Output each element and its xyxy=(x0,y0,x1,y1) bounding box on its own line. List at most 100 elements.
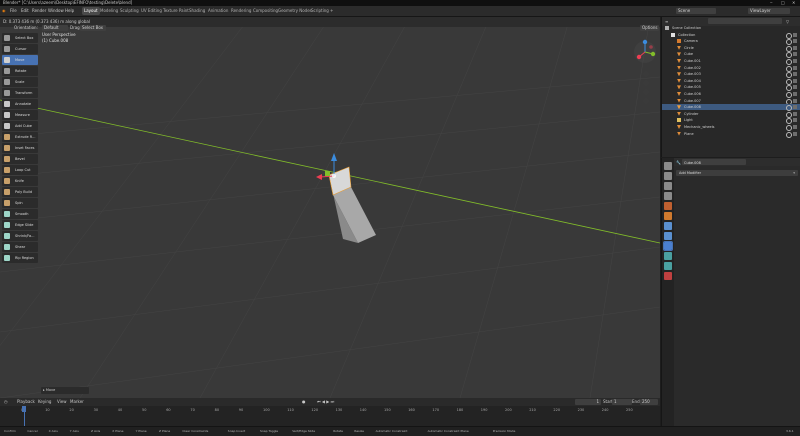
tool-button[interactable]: Move xyxy=(2,55,38,65)
tool-button[interactable]: Transform xyxy=(2,88,38,98)
properties-tab-icon[interactable] xyxy=(664,202,672,210)
menu-file[interactable]: File xyxy=(10,6,17,16)
blender-logo-icon[interactable]: ◉ xyxy=(2,6,6,16)
outliner-row[interactable]: Circle xyxy=(662,45,800,52)
zoom-icon[interactable] xyxy=(643,71,649,77)
tab-modeling[interactable]: Modeling xyxy=(98,7,120,15)
tool-button[interactable]: Smooth xyxy=(2,209,38,219)
tab-shading[interactable]: Shading xyxy=(187,7,207,15)
tool-button[interactable]: Cursor xyxy=(2,44,38,54)
timeline-menu-playback[interactable]: Playback xyxy=(17,398,35,406)
orientation-dropdown[interactable]: Default xyxy=(42,25,68,31)
properties-tab-icon[interactable] xyxy=(664,212,672,220)
camera-view-icon[interactable] xyxy=(643,89,649,95)
tool-button[interactable]: Shear xyxy=(2,242,38,252)
playback-controls[interactable]: ⏮ ◀ ▶ ⏭ xyxy=(317,398,334,406)
properties-tab-icon[interactable] xyxy=(664,162,672,170)
tab-scripting[interactable]: Scripting xyxy=(309,7,331,15)
current-frame-field[interactable]: 1 xyxy=(575,399,601,405)
tool-button[interactable]: Measure xyxy=(2,110,38,120)
render-camera-icon[interactable] xyxy=(793,105,797,110)
tool-button[interactable]: Edge Slide xyxy=(2,220,38,230)
timeline-menu-view[interactable]: View xyxy=(57,398,67,406)
outliner-row[interactable]: Plane xyxy=(662,131,800,138)
render-camera-icon[interactable] xyxy=(793,125,797,129)
render-camera-icon[interactable] xyxy=(793,32,797,37)
tool-button[interactable]: Inset Faces xyxy=(2,143,38,153)
properties-tab-icon[interactable] xyxy=(664,172,672,180)
properties-tab-icon[interactable] xyxy=(664,262,672,270)
properties-tab-icon[interactable] xyxy=(664,182,672,190)
render-camera-icon[interactable] xyxy=(793,98,797,103)
perspective-toggle-icon[interactable] xyxy=(643,98,649,104)
render-camera-icon[interactable] xyxy=(793,52,797,57)
menu-edit[interactable]: Edit xyxy=(21,6,29,16)
outliner-row[interactable]: Camera xyxy=(662,38,800,46)
outliner-row[interactable]: Mechanic_wheels xyxy=(662,124,800,131)
render-camera-icon[interactable] xyxy=(793,111,797,116)
render-camera-icon[interactable] xyxy=(793,92,797,96)
scene-selector[interactable]: Scene xyxy=(676,8,716,14)
tool-button[interactable]: Add Cube xyxy=(2,121,38,131)
end-frame-field[interactable]: 250 xyxy=(640,399,658,405)
drag-dropdown[interactable]: Select Box xyxy=(80,25,106,31)
view-layer-selector[interactable]: ViewLayer xyxy=(748,8,790,14)
outliner-row[interactable]: Cube.002 xyxy=(662,65,800,72)
tool-button[interactable]: Annotate xyxy=(2,99,38,109)
tool-button[interactable]: Rip Region xyxy=(2,253,38,263)
outliner-row[interactable]: Cube xyxy=(662,51,800,59)
navigation-gizmo[interactable] xyxy=(630,37,660,67)
tab-animation[interactable]: Animation xyxy=(206,7,230,15)
properties-tab-icon[interactable] xyxy=(664,192,672,200)
properties-tab-icon[interactable] xyxy=(663,241,673,251)
outliner-row[interactable]: Cube.001 xyxy=(662,58,800,65)
render-camera-icon[interactable] xyxy=(793,118,797,123)
outliner-row[interactable]: Cube.007 xyxy=(662,98,800,105)
render-camera-icon[interactable] xyxy=(793,72,797,77)
tab-sculpting[interactable]: Sculpting xyxy=(118,7,141,15)
tool-button[interactable]: Bevel xyxy=(2,154,38,164)
timeline-menu-marker[interactable]: Marker xyxy=(70,398,84,406)
outliner-search-input[interactable] xyxy=(708,18,782,24)
tool-button[interactable]: Scale xyxy=(2,77,38,87)
outliner-row[interactable]: Cube.004 xyxy=(662,78,800,85)
tool-button[interactable]: Extrude R... xyxy=(2,132,38,142)
timeline-ruler[interactable]: 0102030405060708090100110120130140150160… xyxy=(0,406,660,426)
render-camera-icon[interactable] xyxy=(793,131,797,136)
tool-button[interactable]: Rotate xyxy=(2,66,38,76)
visibility-eye-icon[interactable] xyxy=(786,131,792,138)
properties-tab-icon[interactable] xyxy=(664,232,672,240)
menu-render[interactable]: Render xyxy=(32,6,46,16)
render-camera-icon[interactable] xyxy=(793,85,797,90)
last-operator-panel[interactable]: ▸ Move xyxy=(41,387,89,394)
render-camera-icon[interactable] xyxy=(793,65,797,70)
outliner-row[interactable]: Collection xyxy=(662,32,800,39)
tab-rendering[interactable]: Rendering xyxy=(229,7,253,15)
render-camera-icon[interactable] xyxy=(793,39,797,44)
start-frame-field[interactable]: 1 xyxy=(612,399,632,405)
render-camera-icon[interactable] xyxy=(793,59,797,63)
outliner-row[interactable]: Cylinder xyxy=(662,111,800,118)
outliner-row[interactable]: Light xyxy=(662,117,800,125)
tool-button[interactable]: Loop Cut xyxy=(2,165,38,175)
options-dropdown[interactable]: Options xyxy=(640,25,660,31)
render-camera-icon[interactable] xyxy=(793,45,797,50)
timeline-editor-icon[interactable]: ◷ xyxy=(4,398,8,406)
properties-tab-icon[interactable] xyxy=(664,272,672,280)
outliner-row[interactable]: Scene Collection xyxy=(662,25,800,31)
tool-button[interactable]: Spin xyxy=(2,198,38,208)
menu-help[interactable]: Help xyxy=(65,6,74,16)
tool-button[interactable]: Poly Build xyxy=(2,187,38,197)
outliner-row[interactable]: Cube.008 xyxy=(662,104,800,112)
outliner-row[interactable]: Cube.003 xyxy=(662,71,800,79)
menu-window[interactable]: Window xyxy=(48,6,64,16)
tab-layout[interactable]: Layout xyxy=(82,7,100,15)
3d-viewport[interactable]: User Perspective (1) Cube.008 ▸ Move xyxy=(0,17,660,398)
add-workspace-icon[interactable]: + xyxy=(330,6,333,16)
pan-icon[interactable] xyxy=(643,80,649,86)
outliner-row[interactable]: Cube.006 xyxy=(662,91,800,98)
tool-button[interactable]: Select Box xyxy=(2,33,38,43)
add-modifier-dropdown[interactable]: Add Modifier ▾ xyxy=(676,170,798,176)
tool-button[interactable]: Knife xyxy=(2,176,38,186)
timeline-menu-keying[interactable]: Keying xyxy=(38,398,51,406)
